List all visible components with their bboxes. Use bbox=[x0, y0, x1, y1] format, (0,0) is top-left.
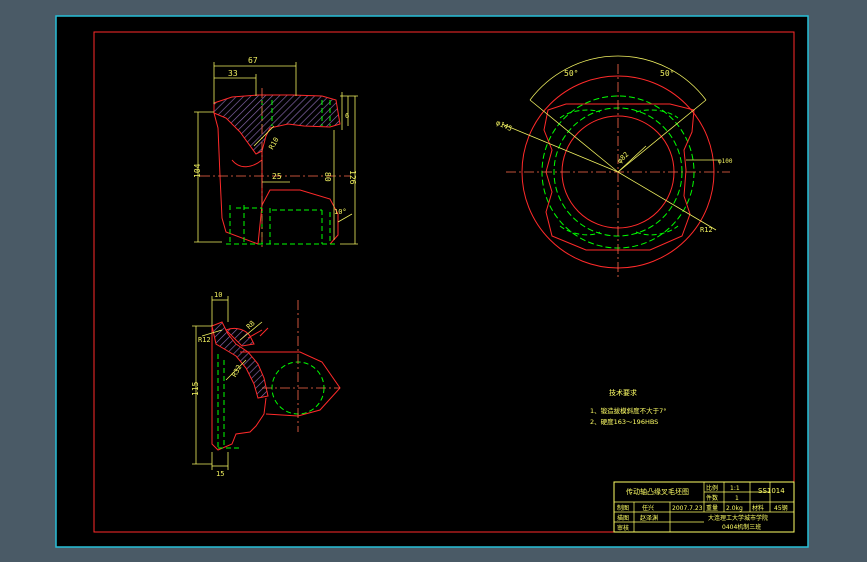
review-label: 审核 bbox=[617, 524, 629, 532]
dim-50-right: 50° bbox=[660, 69, 674, 78]
drawn-date: 2007.7.23 bbox=[672, 505, 703, 512]
material-value: 45钢 bbox=[774, 504, 788, 512]
qty-label: 件数 bbox=[706, 494, 718, 502]
dim-25: 25 bbox=[272, 172, 282, 181]
dim-67: 67 bbox=[248, 56, 258, 65]
dim-104: 104 bbox=[193, 163, 202, 178]
dim-15: 15 bbox=[216, 470, 224, 478]
weight-label: 重量 bbox=[706, 504, 718, 512]
drawing-number: SS1014 bbox=[758, 487, 785, 495]
scale-value: 1:1 bbox=[730, 485, 740, 492]
part-name: 传动轴凸缘叉毛坯图 bbox=[626, 487, 689, 496]
dim-10-deg: 10° bbox=[334, 208, 347, 216]
qty-value: 1 bbox=[735, 495, 739, 502]
dim-6: 6 bbox=[345, 112, 349, 120]
drawn-label: 制图 bbox=[617, 504, 629, 512]
notes-line-2: 2、硬度163～196HBS bbox=[590, 417, 658, 426]
class-name: 0404机制三班 bbox=[722, 523, 761, 531]
scale-label: 比例 bbox=[706, 484, 718, 492]
dim-r12: R12 bbox=[700, 226, 713, 234]
dim-10: 10 bbox=[214, 291, 222, 299]
notes-heading: 技术要求 bbox=[609, 388, 637, 397]
design-by: 赵泽渊 bbox=[640, 514, 658, 522]
material-label: 材料 bbox=[752, 504, 764, 512]
dim-115: 115 bbox=[191, 381, 200, 396]
dim-80: 80 bbox=[323, 172, 332, 182]
dim-33: 33 bbox=[228, 69, 238, 78]
weight-value: 2.0kg bbox=[726, 505, 743, 512]
dim-r12-side: R12 bbox=[198, 336, 211, 344]
design-label: 描图 bbox=[617, 514, 629, 522]
dim-phi100: φ100 bbox=[718, 158, 733, 165]
cad-window: 67 33 6 R10 25 80 126 104 10° 10 R8 R12 … bbox=[0, 0, 867, 562]
drawing-sheet bbox=[55, 15, 809, 548]
drawn-by: 任兴 bbox=[642, 504, 654, 512]
dim-50-left: 50° bbox=[564, 69, 578, 78]
notes-line-1: 1、锻造拔模斜度不大于7° bbox=[590, 406, 667, 415]
drawing-canvas: 67 33 6 R10 25 80 126 104 10° 10 R8 R12 … bbox=[55, 15, 809, 548]
school-name: 大连理工大学城市学院 bbox=[708, 514, 768, 522]
dim-126: 126 bbox=[348, 170, 357, 185]
